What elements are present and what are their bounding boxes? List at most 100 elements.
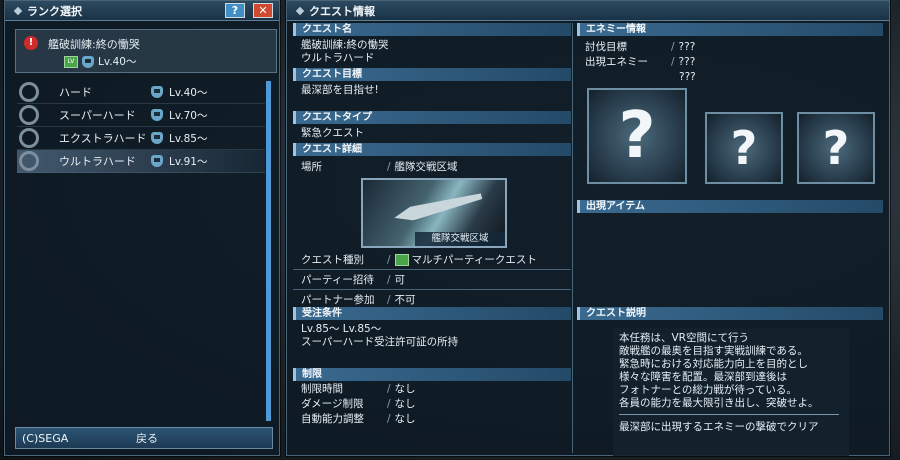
rank-level: Lv.40〜 xyxy=(151,85,207,100)
alert-icon: ! xyxy=(24,36,38,50)
description-line: フォトナーとの総力戦が待っている。 xyxy=(619,384,797,396)
quest-goal-head: クエスト目標 xyxy=(293,68,571,81)
quest-level-row: LV Lv.40〜 xyxy=(64,54,136,69)
quest-details-column: クエスト名 艦破訓練:終の慟哭 ウルトラハード クエスト目標 最深部を目指せ! … xyxy=(293,23,571,426)
location-value: 艦隊交戦区域 xyxy=(394,161,458,173)
condition-permit: スーパーハード受注許可証の所持 xyxy=(301,336,459,348)
quest-name-body: 艦破訓練:終の慟哭 ウルトラハード xyxy=(293,36,571,68)
divider xyxy=(293,269,571,270)
rank-label: スーパーハード xyxy=(59,109,136,122)
description-line: 敵戦艦の最奥を目指す実戦訓練である。 xyxy=(619,345,808,357)
rank-level-text: Lv.85〜 xyxy=(169,132,208,145)
separator: / xyxy=(387,160,391,173)
separator: / xyxy=(671,40,675,53)
rank-list: ハード Lv.40〜 スーパーハード Lv.70〜 エクストラハード Lv.85… xyxy=(17,81,265,173)
rank-item-hard[interactable]: ハード Lv.40〜 xyxy=(17,81,265,104)
help-button[interactable]: ? xyxy=(225,3,245,18)
quest-kind-value: マルチパーティークエスト xyxy=(411,254,537,266)
scrollbar-thumb[interactable] xyxy=(266,81,271,421)
appear-key: 出現エネミー xyxy=(585,56,648,68)
party-key: パーティー招待 xyxy=(301,274,374,286)
separator: / xyxy=(387,273,391,286)
damage-limit-key: ダメージ制限 xyxy=(301,398,364,410)
partner-value: 不可 xyxy=(394,294,416,306)
time-limit-value: なし xyxy=(394,383,416,395)
limit-head: 制限 xyxy=(293,368,571,381)
footer-bar: (C)SEGA 戻る xyxy=(15,427,273,449)
auto-adjust-key: 自動能力調整 xyxy=(301,413,364,425)
quest-badge-icon: LV xyxy=(64,55,78,68)
damage-limit-value: なし xyxy=(394,398,416,410)
target-row: 討伐目標 / ??? xyxy=(577,39,883,54)
question-icon[interactable]: ? xyxy=(587,88,687,184)
rank-level-text: Lv.70〜 xyxy=(169,109,208,122)
battleship-image xyxy=(393,189,484,224)
quest-window-title: クエスト情報 xyxy=(309,4,375,18)
items-head: 出現アイテム xyxy=(577,200,883,213)
ring-icon xyxy=(19,82,39,102)
time-limit-row: 制限時間 / なし xyxy=(293,381,571,396)
quest-name-head: クエスト名 xyxy=(293,23,571,36)
class-icon xyxy=(151,132,163,144)
items-area xyxy=(577,213,883,307)
ring-icon xyxy=(19,151,39,171)
appear-value-2: ??? xyxy=(679,70,696,83)
rank-item-ultra-hard[interactable]: ウルトラハード Lv.91〜 xyxy=(17,150,265,173)
separator: / xyxy=(387,397,391,410)
quest-detail-head: クエスト詳細 xyxy=(293,143,571,156)
rank-level: Lv.91〜 xyxy=(151,154,207,169)
partner-row: パートナー参加 / 不可 xyxy=(293,292,571,307)
description-line: 緊急時における対応能力向上を目的とし xyxy=(619,358,808,370)
target-key: 討伐目標 xyxy=(585,41,627,53)
rank-window-title: ランク選択 xyxy=(27,4,82,18)
rank-label: エクストラハード xyxy=(59,132,147,145)
condition-levels: Lv.85〜 Lv.85〜 xyxy=(301,323,382,335)
quest-kind-row: クエスト種別 / マルチパーティークエスト xyxy=(293,252,571,267)
class-icon xyxy=(151,155,163,167)
ring-icon xyxy=(19,105,39,125)
multi-party-icon xyxy=(394,253,409,266)
separator: / xyxy=(387,382,391,395)
appear-row-2: ??? xyxy=(577,69,883,84)
separator: / xyxy=(387,412,391,425)
damage-limit-row: ダメージ制限 / なし xyxy=(293,396,571,411)
ring-icon xyxy=(19,128,39,148)
enemy-column: エネミー情報 討伐目標 / ??? 出現エネミー / ??? ??? ? ? ?… xyxy=(577,23,883,456)
title-diamond-icon xyxy=(295,6,305,15)
column-divider xyxy=(572,23,573,453)
quest-name: 艦破訓練:終の慟哭 xyxy=(48,38,140,51)
rank-scrollbar[interactable] xyxy=(266,81,271,421)
clear-condition: 最深部に出現するエネミーの撃破でクリア xyxy=(619,421,819,433)
location-caption: 艦隊交戦区域 xyxy=(415,232,505,246)
separator: / xyxy=(671,55,675,68)
separator: / xyxy=(387,253,391,266)
question-icon[interactable]: ? xyxy=(705,112,783,184)
separator: / xyxy=(387,293,391,306)
rank-level-text: Lv.40〜 xyxy=(169,86,208,99)
target-value: ??? xyxy=(678,40,696,53)
close-button[interactable]: ✕ xyxy=(253,3,273,18)
rank-label: ハード xyxy=(59,86,92,99)
party-row: パーティー招待 / 可 xyxy=(293,272,571,287)
back-button[interactable]: 戻る xyxy=(136,430,158,446)
rank-item-extra-hard[interactable]: エクストラハード Lv.85〜 xyxy=(17,127,265,150)
divider xyxy=(293,289,571,290)
class-icon xyxy=(82,55,94,68)
auto-adjust-value: なし xyxy=(394,413,416,425)
quest-type-head: クエストタイプ xyxy=(293,111,571,124)
appear-value-1: ??? xyxy=(678,55,696,68)
rank-level: Lv.85〜 xyxy=(151,131,207,146)
location-row: 場所 / 艦隊交戦区域 xyxy=(293,159,571,174)
quest-level: Lv.40〜 xyxy=(98,56,137,68)
time-limit-key: 制限時間 xyxy=(301,383,343,395)
rank-level: Lv.70〜 xyxy=(151,108,207,123)
description-line: 本任務は、VR空間にて行う xyxy=(619,332,749,344)
class-icon xyxy=(151,109,163,121)
rank-select-window: ランク選択 ? ✕ ! 艦破訓練:終の慟哭 LV Lv.40〜 ハード Lv.4… xyxy=(4,0,280,456)
partner-key: パートナー参加 xyxy=(301,294,375,306)
question-icon[interactable]: ? xyxy=(797,112,875,184)
quest-type: 緊急クエスト xyxy=(301,127,364,139)
rank-item-super-hard[interactable]: スーパーハード Lv.70〜 xyxy=(17,104,265,127)
quest-kind-key: クエスト種別 xyxy=(301,254,364,266)
quest-info-window: クエスト情報 クエスト名 艦破訓練:終の慟哭 ウルトラハード クエスト目標 最深… xyxy=(286,0,890,456)
